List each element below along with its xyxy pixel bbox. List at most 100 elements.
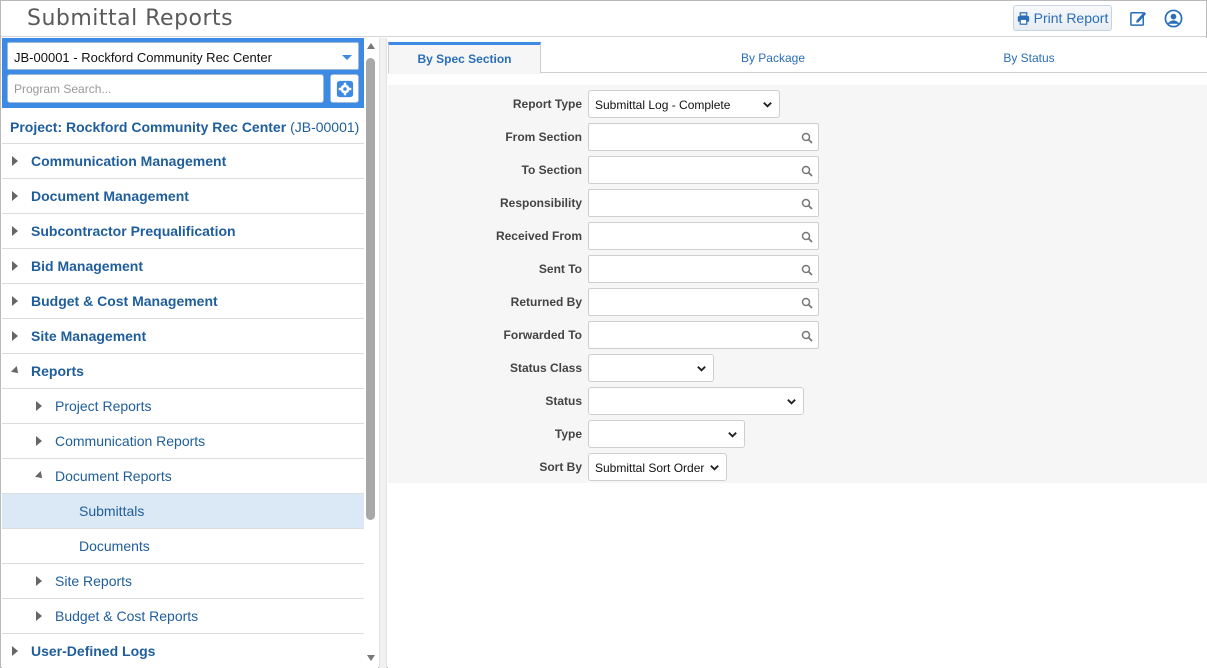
report-type-value: Submittal Log - Complete bbox=[595, 98, 731, 112]
search-icon[interactable] bbox=[801, 231, 813, 243]
job-select[interactable]: JB-00001 - Rockford Community Rec Center bbox=[7, 42, 359, 70]
sidebar-scrollbar[interactable] bbox=[364, 38, 378, 668]
report-type-select[interactable]: Submittal Log - Complete bbox=[588, 90, 780, 118]
caret-right-icon[interactable] bbox=[36, 576, 42, 586]
project-name: Project: Rockford Community Rec Center bbox=[10, 119, 287, 135]
scroll-up-icon[interactable] bbox=[367, 43, 375, 49]
responsibility-label: Responsibility bbox=[499, 196, 582, 210]
sidebar: JB-00001 - Rockford Community Rec Center… bbox=[2, 38, 364, 668]
type-label: Type bbox=[554, 427, 582, 441]
returned-by-row: Returned By bbox=[388, 288, 1207, 316]
sidebar-item-label: Subcontractor Prequalification bbox=[31, 223, 236, 239]
sidebar-item-communication-reports[interactable]: Communication Reports bbox=[2, 423, 364, 458]
search-icon[interactable] bbox=[801, 132, 813, 144]
report-type-label: Report Type bbox=[512, 97, 582, 111]
tab-by-status[interactable]: By Status bbox=[899, 42, 1159, 73]
print-report-button[interactable]: Print Report bbox=[1013, 5, 1112, 31]
job-select-value: JB-00001 - Rockford Community Rec Center bbox=[14, 50, 272, 65]
sidebar-item-reports[interactable]: Reports bbox=[2, 353, 364, 388]
sidebar-item-label: Communication Management bbox=[31, 153, 227, 169]
sidebar-item-budget-cost-management[interactable]: Budget & Cost Management bbox=[2, 283, 364, 318]
sidebar-item-label: User-Defined Logs bbox=[31, 643, 156, 659]
status-row: Status bbox=[388, 387, 1207, 415]
sort-by-value: Submittal Sort Order bbox=[595, 461, 705, 475]
sort-by-select[interactable]: Submittal Sort Order bbox=[588, 453, 727, 481]
sidebar-item-site-management[interactable]: Site Management bbox=[2, 318, 364, 353]
caret-right-icon[interactable] bbox=[36, 611, 42, 621]
sidebar-item-label: Project Reports bbox=[55, 398, 152, 414]
forwarded-to-lookup[interactable] bbox=[588, 321, 819, 349]
sidebar-item-label: Reports bbox=[31, 363, 84, 379]
received-from-label: Received From bbox=[495, 229, 582, 243]
sidebar-item-site-reports[interactable]: Site Reports bbox=[2, 563, 364, 598]
sidebar-item-user-defined-logs[interactable]: User-Defined Logs bbox=[2, 633, 364, 668]
sidebar-item-label: Budget & Cost Reports bbox=[55, 608, 199, 624]
to-section-lookup[interactable] bbox=[588, 156, 819, 184]
caret-right-icon[interactable] bbox=[12, 226, 18, 236]
scroll-thumb[interactable] bbox=[366, 58, 375, 520]
from-section-lookup[interactable] bbox=[588, 123, 819, 151]
tab-by-package[interactable]: By Package bbox=[643, 42, 903, 73]
settings-button[interactable] bbox=[330, 74, 359, 103]
chevron-down-icon bbox=[787, 399, 796, 405]
sidebar-item-submittals[interactable]: Submittals bbox=[2, 493, 364, 528]
responsibility-lookup[interactable] bbox=[588, 189, 819, 217]
chevron-down-icon bbox=[710, 465, 719, 471]
type-select[interactable] bbox=[588, 420, 745, 448]
edit-icon[interactable] bbox=[1128, 8, 1148, 28]
scroll-down-icon[interactable] bbox=[367, 655, 375, 661]
report-form: Report Type Submittal Log - Complete Fro… bbox=[388, 85, 1207, 483]
sidebar-item-document-management[interactable]: Document Management bbox=[2, 178, 364, 213]
search-icon[interactable] bbox=[801, 297, 813, 309]
user-profile-icon[interactable] bbox=[1163, 8, 1183, 28]
caret-right-icon[interactable] bbox=[36, 401, 42, 411]
returned-by-lookup[interactable] bbox=[588, 288, 819, 316]
page-title: Submittal Reports bbox=[27, 6, 234, 31]
caret-expanded-icon[interactable] bbox=[11, 366, 21, 376]
caret-right-icon[interactable] bbox=[12, 646, 18, 656]
sidebar-item-subcontractor-prequalification[interactable]: Subcontractor Prequalification bbox=[2, 213, 364, 248]
search-icon[interactable] bbox=[801, 165, 813, 177]
sidebar-item-document-reports[interactable]: Document Reports bbox=[2, 458, 364, 493]
sidebar-item-budget-cost-reports[interactable]: Budget & Cost Reports bbox=[2, 598, 364, 633]
sidebar-item-label: Submittals bbox=[79, 503, 145, 519]
sidebar-item-label: Site Reports bbox=[55, 573, 133, 589]
sidebar-toolbar: JB-00001 - Rockford Community Rec Center… bbox=[2, 38, 364, 108]
caret-right-icon[interactable] bbox=[12, 331, 18, 341]
sidebar-item-project-reports[interactable]: Project Reports bbox=[2, 388, 364, 423]
app-header: Submittal Reports Print Report bbox=[1, 1, 1206, 37]
project-label[interactable]: Project: Rockford Community Rec Center (… bbox=[10, 119, 359, 135]
sent-to-lookup[interactable] bbox=[588, 255, 819, 283]
sidebar-item-label: Site Management bbox=[31, 328, 147, 344]
from-section-label: From Section bbox=[505, 130, 582, 144]
caret-right-icon[interactable] bbox=[36, 436, 42, 446]
search-icon[interactable] bbox=[801, 264, 813, 276]
project-code: (JB-00001) bbox=[290, 119, 360, 135]
tab-by-spec-section[interactable]: By Spec Section bbox=[388, 42, 541, 74]
to-section-label: To Section bbox=[521, 163, 582, 177]
caret-expanded-icon[interactable] bbox=[35, 471, 45, 481]
sidebar-item-bid-management[interactable]: Bid Management bbox=[2, 248, 364, 283]
search-icon[interactable] bbox=[801, 330, 813, 342]
received-from-lookup[interactable] bbox=[588, 222, 819, 250]
main-content: By Spec Section By Package By Status Rep… bbox=[388, 38, 1207, 668]
program-search-input[interactable]: Program Search... bbox=[7, 74, 324, 103]
forwarded-to-label: Forwarded To bbox=[503, 328, 582, 342]
nav-tree: Communication Management Document Managem… bbox=[2, 143, 364, 668]
sidebar-item-label: Bid Management bbox=[31, 258, 144, 274]
caret-right-icon[interactable] bbox=[12, 191, 18, 201]
sort-by-row: Sort By Submittal Sort Order bbox=[388, 453, 1207, 481]
caret-right-icon[interactable] bbox=[12, 156, 18, 166]
status-class-select[interactable] bbox=[588, 354, 714, 382]
to-section-row: To Section bbox=[388, 156, 1207, 184]
type-row: Type bbox=[388, 420, 1207, 448]
sidebar-item-documents[interactable]: Documents bbox=[2, 528, 364, 563]
status-select[interactable] bbox=[588, 387, 804, 415]
sidebar-item-communication-management[interactable]: Communication Management bbox=[2, 143, 364, 178]
sidebar-item-label: Budget & Cost Management bbox=[31, 293, 218, 309]
caret-right-icon[interactable] bbox=[12, 261, 18, 271]
caret-right-icon[interactable] bbox=[12, 296, 18, 306]
pane-splitter[interactable] bbox=[379, 38, 387, 668]
print-report-label: Print Report bbox=[1033, 10, 1109, 26]
search-icon[interactable] bbox=[801, 198, 813, 210]
